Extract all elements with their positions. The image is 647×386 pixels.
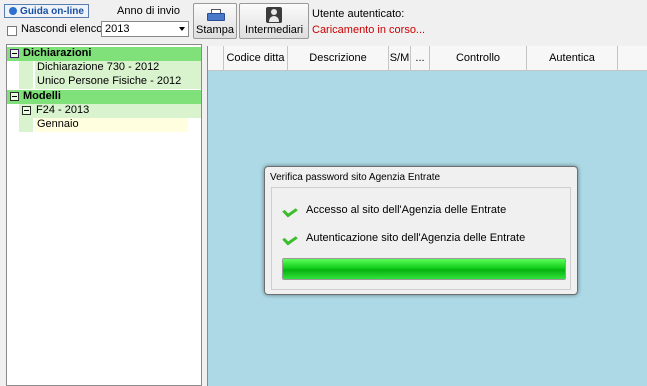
progress-fill [283, 259, 565, 279]
tree-subgroup-f24[interactable]: F24 - 2013 [19, 104, 201, 118]
tree-item-gennaio[interactable]: Gennaio [35, 118, 188, 132]
grid-row-header [208, 46, 224, 70]
tree-item-unico[interactable]: Unico Persone Fisiche - 2012 [35, 75, 201, 89]
collapse-icon[interactable] [10, 92, 19, 101]
column-controllo[interactable]: Controllo [430, 46, 527, 70]
dialog-title: Verifica password sito Agenzia Entrate [270, 172, 441, 183]
tree-group-label: Modelli [23, 90, 61, 102]
tree-indent [19, 75, 33, 89]
anno-value: 2013 [105, 23, 130, 35]
tree-group-modelli[interactable]: Modelli [7, 90, 201, 104]
column-more[interactable]: ... [411, 46, 430, 70]
stampa-label: Stampa [196, 24, 234, 36]
step-accesso: Accesso al sito dell'Agenzia delle Entra… [306, 204, 507, 216]
tree-item-label: Gennaio [37, 118, 79, 130]
tree-group-dichiarazioni[interactable]: Dichiarazioni [7, 47, 201, 61]
checkmark-icon [284, 233, 300, 243]
intermediari-button[interactable]: Intermediari [239, 3, 309, 39]
nascondi-elenco-checkbox[interactable] [7, 26, 17, 36]
column-codice-ditta[interactable]: Codice ditta [224, 46, 288, 70]
collapse-icon[interactable] [22, 106, 31, 115]
utente-autenticato-label: Utente autenticato: [312, 8, 405, 20]
person-icon [266, 7, 282, 23]
nascondi-elenco-label: Nascondi elenco [21, 23, 103, 35]
tree-subgroup-label: F24 - 2013 [36, 104, 90, 116]
step-autenticazione: Autenticazione sito dell'Agenzia delle E… [306, 232, 526, 244]
verifica-password-dialog: Verifica password sito Agenzia Entrate A… [264, 166, 578, 295]
tree-indent [19, 118, 33, 132]
column-autentica[interactable]: Autentica [527, 46, 618, 70]
tree-item-730[interactable]: Dichiarazione 730 - 2012 [35, 61, 201, 75]
guida-online-button[interactable]: Guida on-line [4, 4, 89, 18]
anno-di-invio-select[interactable]: 2013 [101, 21, 189, 37]
intermediari-label: Intermediari [244, 24, 304, 36]
collapse-icon[interactable] [10, 49, 19, 58]
tree-indent [19, 61, 33, 75]
tree-panel: Dichiarazioni Dichiarazione 730 - 2012 U… [6, 44, 202, 386]
printer-icon [207, 9, 225, 21]
column-sm[interactable]: S/M [389, 46, 411, 70]
chevron-down-icon [179, 27, 185, 31]
anno-di-invio-label: Anno di invio [117, 5, 180, 17]
progress-bar [282, 258, 566, 280]
status-text: Caricamento in corso... [312, 24, 426, 36]
column-descrizione[interactable]: Descrizione [288, 46, 389, 70]
dialog-content: Accesso al sito dell'Agenzia delle Entra… [271, 187, 571, 290]
help-globe-icon [9, 7, 18, 15]
checkmark-icon [284, 205, 300, 215]
stampa-button[interactable]: Stampa [193, 3, 237, 39]
tree-item-label: Unico Persone Fisiche - 2012 [37, 75, 182, 87]
guida-label: Guida on-line [20, 5, 84, 17]
grid-header: Codice ditta Descrizione S/M ... Control… [208, 46, 647, 71]
tree-group-label: Dichiarazioni [23, 47, 92, 59]
tree-item-label: Dichiarazione 730 - 2012 [37, 61, 160, 73]
